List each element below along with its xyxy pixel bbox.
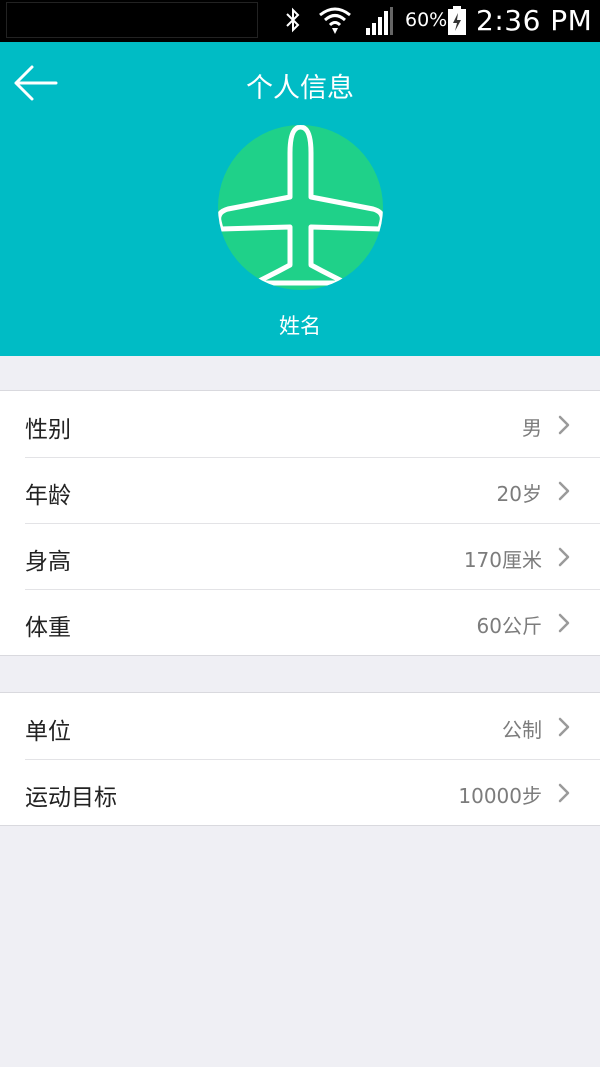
unit-row[interactable]: 单位 公制 [0, 693, 600, 759]
battery-charging-icon [448, 6, 466, 35]
age-row[interactable]: 年龄 20岁 [0, 457, 600, 523]
status-bar: 60% 2:36 PM [0, 0, 600, 42]
row-value: 170厘米 [463, 548, 542, 572]
row-label: 体重 [25, 615, 71, 641]
profile-info-list: 性别 男 年龄 20岁 身高 170厘米 体重 60公斤 [0, 390, 600, 656]
row-label: 单位 [25, 719, 71, 745]
row-value: 10000步 [458, 784, 542, 808]
status-time: 2:36 PM [476, 4, 593, 37]
airplane-icon [218, 125, 383, 286]
settings-list: 单位 公制 运动目标 10000步 [0, 692, 600, 826]
chevron-right-icon [558, 717, 570, 737]
status-notification-area [6, 2, 258, 38]
weight-row[interactable]: 体重 60公斤 [0, 589, 600, 655]
chevron-right-icon [558, 415, 570, 435]
row-value: 男 [522, 416, 542, 440]
gender-row[interactable]: 性别 男 [0, 391, 600, 457]
row-label: 运动目标 [25, 785, 117, 811]
chevron-right-icon [558, 481, 570, 501]
chevron-right-icon [558, 613, 570, 633]
row-value: 60公斤 [476, 614, 542, 638]
battery-percent: 60% [405, 9, 448, 31]
page-title: 个人信息 [246, 73, 354, 104]
exercise-goal-row[interactable]: 运动目标 10000步 [0, 759, 600, 825]
row-value: 公制 [502, 718, 542, 742]
row-value: 20岁 [496, 482, 542, 506]
avatar[interactable] [218, 125, 383, 290]
row-label: 身高 [25, 549, 71, 575]
profile-header: 个人信息 姓名 [0, 42, 600, 356]
signal-icon [366, 7, 393, 35]
row-label: 性别 [25, 417, 71, 443]
height-row[interactable]: 身高 170厘米 [0, 523, 600, 589]
row-label: 年龄 [25, 483, 71, 509]
chevron-right-icon [558, 783, 570, 803]
user-name[interactable]: 姓名 [0, 310, 600, 340]
wifi-icon [319, 7, 351, 34]
chevron-right-icon [558, 547, 570, 567]
bluetooth-icon [286, 7, 300, 33]
